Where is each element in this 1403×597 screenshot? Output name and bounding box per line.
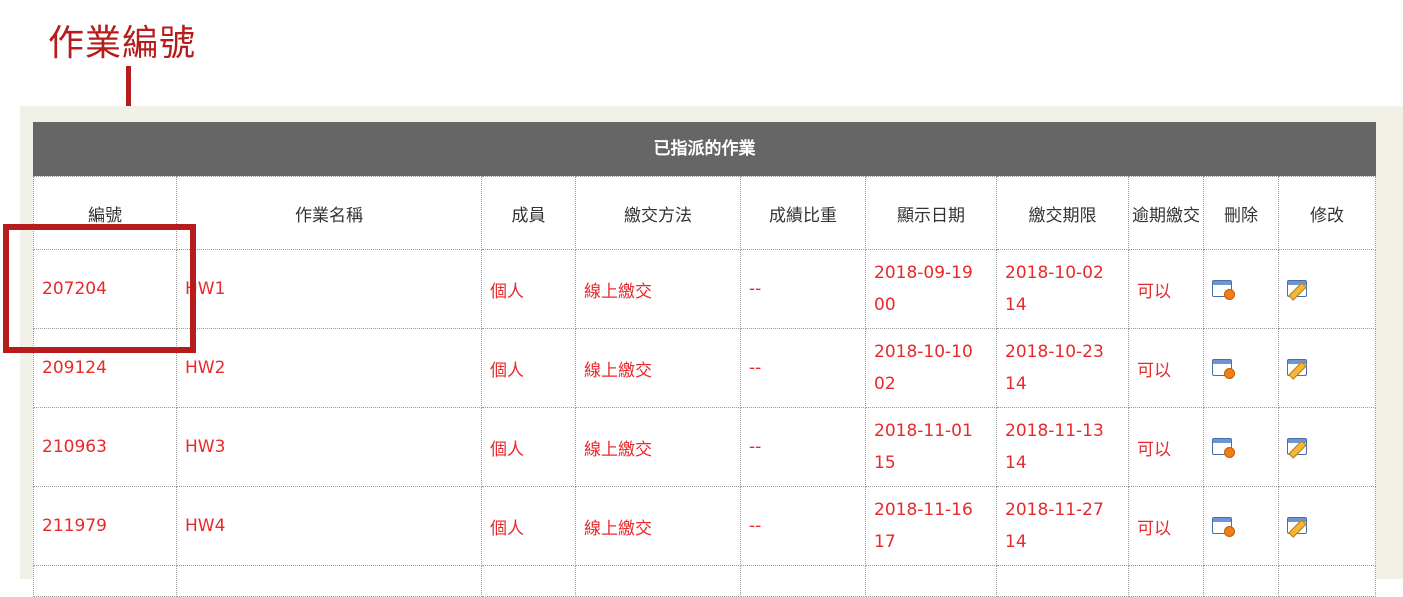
cell-member: 個人	[481, 407, 576, 487]
due-part-1: 2018-10-23	[1005, 342, 1104, 362]
due-part-1: 2018-10-02	[1005, 263, 1104, 283]
header-row: 編號 作業名稱 成員 繳交方法 成績比重 顯示日期 繳交期限 逾期繳交 刪除 修…	[33, 176, 1376, 250]
header-due: 繳交期限	[996, 176, 1129, 250]
cell-due: 2018-11-27 14	[996, 486, 1129, 566]
cell-delete	[1203, 249, 1279, 329]
cell-edit	[1278, 249, 1376, 329]
show-date-part-1: 2018-11-01	[874, 421, 973, 441]
cell-edit	[1278, 486, 1376, 566]
cell-late: 可以	[1128, 328, 1204, 408]
cell-edit	[1278, 328, 1376, 408]
cell-id: 210963	[33, 407, 177, 487]
table-row: 209124 HW2 個人 線上繳交 -- 2018-10-10 02 2018-…	[33, 328, 1376, 408]
cell-member: 個人	[481, 249, 576, 329]
edit-icon[interactable]	[1287, 280, 1309, 301]
show-date-part-1: 2018-11-16	[874, 500, 973, 520]
cell-late: 可以	[1128, 486, 1204, 566]
due-part-2: 14	[1005, 532, 1027, 552]
cell-delete	[1203, 486, 1279, 566]
cell-name[interactable]: HW1	[176, 249, 482, 329]
cell-id: 209124	[33, 328, 177, 408]
header-member: 成員	[481, 176, 576, 250]
edit-icon[interactable]	[1287, 359, 1309, 380]
due-part-2: 14	[1005, 295, 1027, 315]
show-date-part-2: 02	[874, 374, 896, 394]
delete-icon[interactable]	[1212, 359, 1235, 379]
cell-weight: --	[740, 407, 866, 487]
cell-show-date: 2018-10-10 02	[865, 328, 997, 408]
table-row-partial	[33, 565, 1376, 597]
cell-show-date: 2018-11-01 15	[865, 407, 997, 487]
cell-weight: --	[740, 249, 866, 329]
due-part-2: 14	[1005, 374, 1027, 394]
header-weight: 成績比重	[740, 176, 866, 250]
cell-method: 線上繳交	[575, 486, 741, 566]
header-method: 繳交方法	[575, 176, 741, 250]
cell-show-date: 2018-09-19 00	[865, 249, 997, 329]
table-row: 211979 HW4 個人 線上繳交 -- 2018-11-16 17 2018-…	[33, 486, 1376, 566]
cell-show-date: 2018-11-16 17	[865, 486, 997, 566]
cell-name[interactable]: HW3	[176, 407, 482, 487]
cell-late: 可以	[1128, 407, 1204, 487]
cell-weight: --	[740, 486, 866, 566]
cell-id: 211979	[33, 486, 177, 566]
cell-weight: --	[740, 328, 866, 408]
cell-due: 2018-11-13 14	[996, 407, 1129, 487]
edit-icon[interactable]	[1287, 517, 1309, 538]
cell-delete	[1203, 328, 1279, 408]
table-caption: 已指派的作業	[33, 122, 1376, 176]
cell-member: 個人	[481, 486, 576, 566]
show-date-part-1: 2018-09-19	[874, 263, 973, 283]
cell-delete	[1203, 407, 1279, 487]
header-show-date: 顯示日期	[865, 176, 997, 250]
table-row: 207204 HW1 個人 線上繳交 -- 2018-09-19 00 2018-…	[33, 249, 1376, 329]
delete-icon[interactable]	[1212, 517, 1235, 537]
cell-name[interactable]: HW4	[176, 486, 482, 566]
cell-member: 個人	[481, 328, 576, 408]
due-part-1: 2018-11-13	[1005, 421, 1104, 441]
cell-id: 207204	[33, 249, 177, 329]
header-late: 逾期繳交	[1128, 176, 1204, 250]
header-name: 作業名稱	[176, 176, 482, 250]
assignments-table: 已指派的作業 編號 作業名稱 成員 繳交方法 成績比重 顯示日期 繳交期限 逾期…	[33, 122, 1376, 597]
edit-icon[interactable]	[1287, 438, 1309, 459]
delete-icon[interactable]	[1212, 280, 1235, 300]
show-date-part-2: 15	[874, 453, 896, 473]
assignments-table-wrapper: 已指派的作業 編號 作業名稱 成員 繳交方法 成績比重 顯示日期 繳交期限 逾期…	[33, 122, 1376, 597]
show-date-part-2: 17	[874, 532, 896, 552]
header-id: 編號	[33, 176, 177, 250]
cell-due: 2018-10-23 14	[996, 328, 1129, 408]
due-part-1: 2018-11-27	[1005, 500, 1104, 520]
cell-name[interactable]: HW2	[176, 328, 482, 408]
cell-late: 可以	[1128, 249, 1204, 329]
cell-due: 2018-10-02 14	[996, 249, 1129, 329]
annotation-title: 作業編號	[48, 23, 197, 64]
table-row: 210963 HW3 個人 線上繳交 -- 2018-11-01 15 2018-…	[33, 407, 1376, 487]
header-edit: 修改	[1278, 176, 1376, 250]
delete-icon[interactable]	[1212, 438, 1235, 458]
cell-edit	[1278, 407, 1376, 487]
show-date-part-2: 00	[874, 295, 896, 315]
show-date-part-1: 2018-10-10	[874, 342, 973, 362]
due-part-2: 14	[1005, 453, 1027, 473]
cell-method: 線上繳交	[575, 249, 741, 329]
header-delete: 刪除	[1203, 176, 1279, 250]
cell-method: 線上繳交	[575, 328, 741, 408]
cell-method: 線上繳交	[575, 407, 741, 487]
